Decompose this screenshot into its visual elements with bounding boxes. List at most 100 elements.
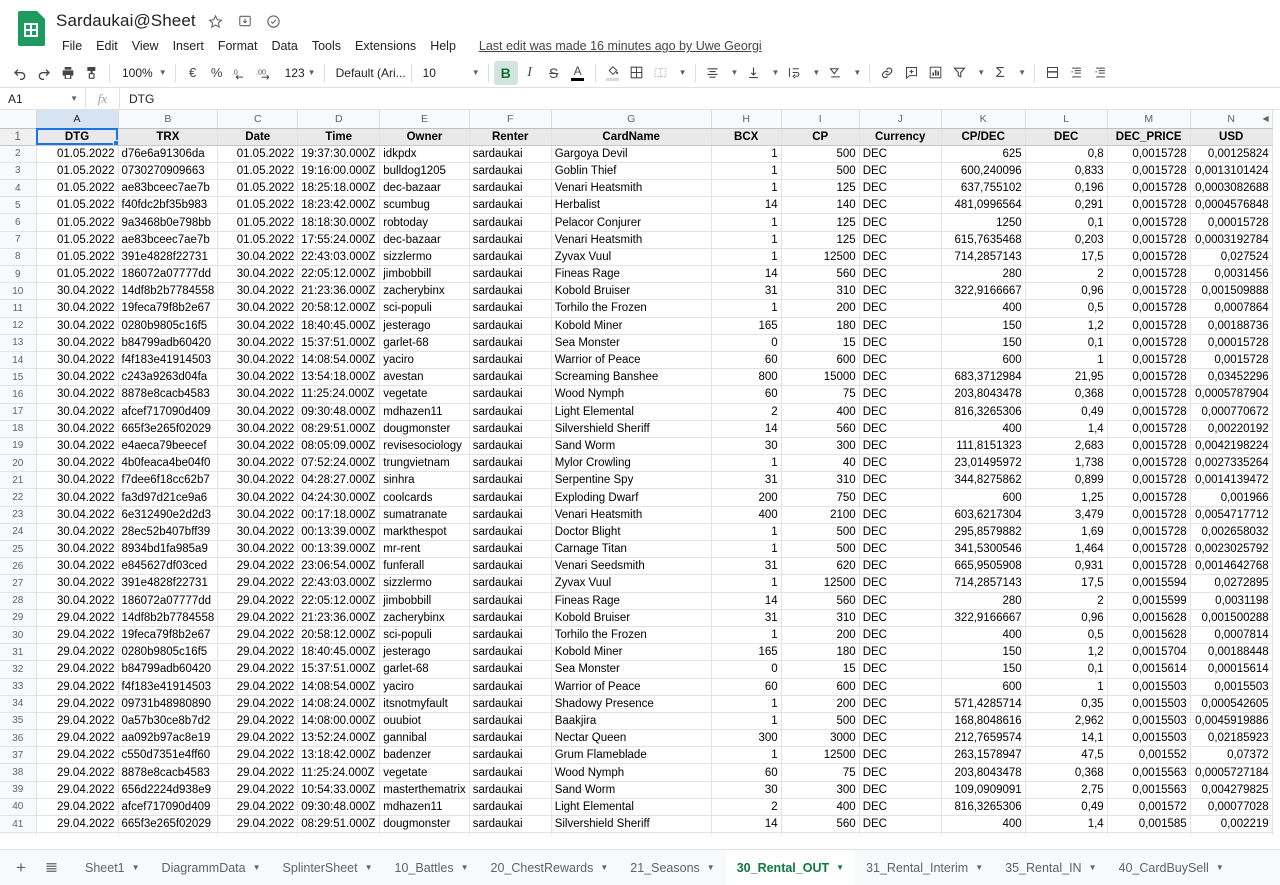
cell[interactable]: sardaukai bbox=[469, 317, 552, 335]
cell[interactable]: DEC bbox=[859, 832, 942, 835]
cell[interactable]: 150 bbox=[941, 643, 1026, 662]
table-row[interactable]: 40 29.04.2022 afcef717090d409 29.04.2022 09:… bbox=[0, 798, 1273, 817]
cell[interactable]: 150 bbox=[941, 317, 1026, 335]
menu-item-edit[interactable]: Edit bbox=[89, 36, 125, 56]
cell[interactable]: 600,240096 bbox=[941, 162, 1026, 181]
cell[interactable]: 18:25:18.000Z bbox=[297, 179, 381, 198]
text-rotation-dropdown[interactable]: ▼ bbox=[847, 61, 864, 85]
freeze-icon[interactable] bbox=[1040, 61, 1064, 85]
cell[interactable]: 665f3e265f02029 bbox=[118, 815, 219, 834]
cell[interactable]: 1 bbox=[711, 231, 782, 249]
cell[interactable]: sardaukai bbox=[469, 729, 552, 748]
cell[interactable]: ae83bceec7ae7b bbox=[118, 231, 219, 249]
cell[interactable]: 3000 bbox=[781, 729, 860, 748]
cell[interactable]: 30.04.2022 bbox=[36, 574, 119, 593]
cell[interactable]: 571,4285714 bbox=[941, 695, 1026, 713]
cell[interactable]: 29.04.2022 bbox=[217, 798, 299, 817]
cell[interactable]: 1 bbox=[711, 626, 782, 645]
cell[interactable]: 1,738 bbox=[1025, 832, 1108, 835]
cell[interactable]: 0,0005727184 bbox=[1190, 763, 1273, 782]
cell[interactable]: 0,196 bbox=[1025, 179, 1108, 198]
vertical-align-icon[interactable] bbox=[741, 61, 765, 85]
cell[interactable]: 500 bbox=[781, 523, 860, 542]
cell[interactable]: sardaukai bbox=[469, 265, 552, 284]
cell[interactable]: 200 bbox=[781, 299, 860, 318]
menu-item-help[interactable]: Help bbox=[423, 36, 463, 56]
cell[interactable]: 600 bbox=[941, 678, 1026, 696]
cell[interactable]: 560 bbox=[781, 815, 860, 834]
cell[interactable]: DEC bbox=[859, 282, 942, 301]
cell[interactable]: 01.05.2022 bbox=[36, 265, 119, 284]
cell[interactable]: 30.04.2022 bbox=[36, 488, 119, 507]
filter-dropdown[interactable]: ▼ bbox=[971, 61, 988, 85]
row-number[interactable]: 27 bbox=[0, 574, 37, 593]
table-row[interactable]: 41 29.04.2022 665f3e265f02029 29.04.2022 08:… bbox=[0, 815, 1273, 834]
header-cell-trx[interactable]: TRX bbox=[118, 128, 219, 146]
column-header-h[interactable]: H bbox=[711, 110, 782, 129]
row-number[interactable]: 35 bbox=[0, 712, 37, 731]
cell[interactable]: 04:24:30.000Z bbox=[297, 488, 381, 507]
cell[interactable]: 280 bbox=[941, 265, 1026, 284]
row-number[interactable]: 16 bbox=[0, 385, 37, 404]
cell[interactable]: 30.04.2022 bbox=[217, 540, 299, 559]
cell[interactable]: 29.04.2022 bbox=[217, 729, 299, 748]
cell[interactable]: DEC bbox=[859, 678, 942, 696]
cell[interactable]: sardaukai bbox=[469, 832, 552, 835]
cell[interactable]: 125 bbox=[781, 179, 860, 198]
row-number[interactable]: 41 bbox=[0, 815, 37, 834]
cell[interactable]: 0,0015599 bbox=[1107, 592, 1191, 610]
row-number[interactable]: 37 bbox=[0, 746, 37, 765]
cell[interactable]: 40 bbox=[781, 832, 860, 835]
cell[interactable]: 14 bbox=[711, 265, 782, 284]
cell[interactable]: aa092b97ac8e19 bbox=[118, 729, 219, 748]
cell[interactable]: 0,0015503 bbox=[1107, 678, 1191, 696]
text-color-button[interactable]: A bbox=[566, 61, 590, 85]
cell[interactable]: Kobold Bruiser bbox=[551, 609, 712, 627]
cell[interactable]: 0,0015728 bbox=[1107, 213, 1191, 232]
merge-cells-dropdown[interactable]: ▼ bbox=[673, 61, 690, 85]
cell[interactable]: DEC bbox=[859, 145, 942, 163]
cell[interactable]: 17,5 bbox=[1025, 574, 1108, 593]
cell[interactable]: 01.05.2022 bbox=[217, 231, 299, 249]
menu-item-format[interactable]: Format bbox=[211, 36, 265, 56]
column-header-i[interactable]: I bbox=[781, 110, 860, 129]
cell[interactable]: 200 bbox=[781, 695, 860, 713]
row-number[interactable]: 15 bbox=[0, 368, 37, 387]
number-format-selector[interactable]: 123 ▼ bbox=[279, 61, 319, 85]
cell[interactable]: Wood Nymph bbox=[551, 763, 712, 782]
menu-item-tools[interactable]: Tools bbox=[305, 36, 348, 56]
cell[interactable]: c243a9263d04fa bbox=[118, 368, 219, 387]
cell[interactable]: mdhazen11 bbox=[379, 403, 470, 421]
cell[interactable]: 560 bbox=[781, 592, 860, 610]
percent-format-button[interactable]: % bbox=[205, 61, 229, 85]
cell[interactable]: 60 bbox=[711, 763, 782, 782]
cell[interactable]: sardaukai bbox=[469, 196, 552, 215]
chevron-down-icon[interactable]: ▼ bbox=[975, 863, 983, 872]
table-row[interactable]: 17 30.04.2022 afcef717090d409 30.04.2022 09:… bbox=[0, 403, 1273, 421]
cell[interactable]: DEC bbox=[859, 746, 942, 765]
cell[interactable]: 0,0015728 bbox=[1107, 351, 1191, 370]
cell[interactable]: 0,0023025792 bbox=[1190, 540, 1273, 559]
cell[interactable]: sardaukai bbox=[469, 368, 552, 387]
cell[interactable]: 1250 bbox=[941, 213, 1026, 232]
document-title[interactable]: Sardaukai@Sheet bbox=[54, 10, 198, 32]
cell[interactable]: Wood Nymph bbox=[551, 385, 712, 404]
indent-less-icon[interactable] bbox=[1064, 61, 1088, 85]
cell[interactable]: 75 bbox=[781, 763, 860, 782]
cell[interactable]: 665,9505908 bbox=[941, 557, 1026, 576]
column-header-a[interactable]: A bbox=[36, 110, 119, 129]
menu-item-extensions[interactable]: Extensions bbox=[348, 36, 423, 56]
cell[interactable]: Sand Worm bbox=[551, 437, 712, 456]
cell[interactable]: DEC bbox=[859, 523, 942, 542]
cell[interactable]: jimbobbill bbox=[379, 592, 470, 610]
sheet-tab-40-cardbuysell[interactable]: 40_CardBuySell ▼ bbox=[1108, 850, 1235, 885]
cell[interactable]: DEC bbox=[859, 488, 942, 507]
cell[interactable]: 0,5 bbox=[1025, 299, 1108, 318]
cell[interactable]: 180 bbox=[781, 643, 860, 662]
cell[interactable]: sardaukai bbox=[469, 592, 552, 610]
cell[interactable]: 30.04.2022 bbox=[36, 368, 119, 387]
cell[interactable]: 0,027524 bbox=[1190, 248, 1273, 267]
cell[interactable]: Sea Monster bbox=[551, 334, 712, 352]
cell[interactable]: DEC bbox=[859, 729, 942, 748]
cell[interactable]: DEC bbox=[859, 557, 942, 576]
